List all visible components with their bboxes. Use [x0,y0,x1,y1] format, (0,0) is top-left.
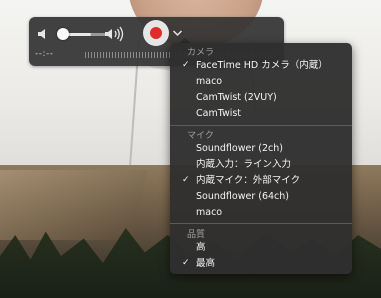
speaker-low-icon[interactable] [37,27,51,41]
menu-section-header: カメラ [187,48,215,58]
menu-separator [170,223,352,224]
menu-item[interactable]: Soundflower (2ch) [170,142,352,155]
menu-item[interactable]: Soundflower (64ch) [170,190,352,203]
elapsed-time: --:-- [35,49,54,59]
menu-item-label: Soundflower (2ch) [196,143,283,154]
checkmark-icon: ✓ [182,258,190,268]
menu-item[interactable]: maco [170,206,352,219]
menu-item[interactable]: CamTwist [170,107,352,120]
menu-separator [170,125,352,126]
menu-item[interactable]: 内蔵入力：ライン入力 [170,158,352,171]
menu-item[interactable]: 高 [170,241,352,254]
menu-item-label: 内蔵入力：ライン入力 [196,159,292,170]
menu-item-label: maco [196,76,223,87]
options-menu: カメラ ✓ FaceTime HD カメラ（内蔵） maco CamTwist (2VU… [170,43,352,274]
menu-item[interactable]: CamTwist (2VUY) [170,91,352,104]
menu-section-header: マイク [187,131,214,141]
record-icon [150,27,162,39]
speaker-high-icon[interactable] [104,26,124,42]
menu-item-label: maco [196,207,223,218]
menu-item-label: CamTwist [196,108,242,119]
menu-item[interactable]: maco [170,75,352,88]
menu-item-label: Soundflower (64ch) [196,191,289,202]
chevron-down-icon[interactable] [172,29,183,37]
menu-item[interactable]: ✓ 最高 [170,257,352,270]
menu-item-label: FaceTime HD カメラ（内蔵） [196,60,328,71]
menu-item-label: 内蔵マイク：外部マイク [196,175,301,186]
menu-section-header: 品質 [187,230,206,240]
checkmark-icon: ✓ [182,60,190,70]
menu-item-label: 高 [196,242,206,253]
volume-slider-knob[interactable] [57,28,69,40]
menu-item[interactable]: ✓ FaceTime HD カメラ（内蔵） [170,59,352,72]
record-button[interactable] [143,20,169,46]
menu-item-label: CamTwist (2VUY) [196,92,277,103]
checkmark-icon: ✓ [182,175,190,185]
menu-item-label: 最高 [196,258,216,269]
menu-item[interactable]: ✓ 内蔵マイク：外部マイク [170,174,352,187]
